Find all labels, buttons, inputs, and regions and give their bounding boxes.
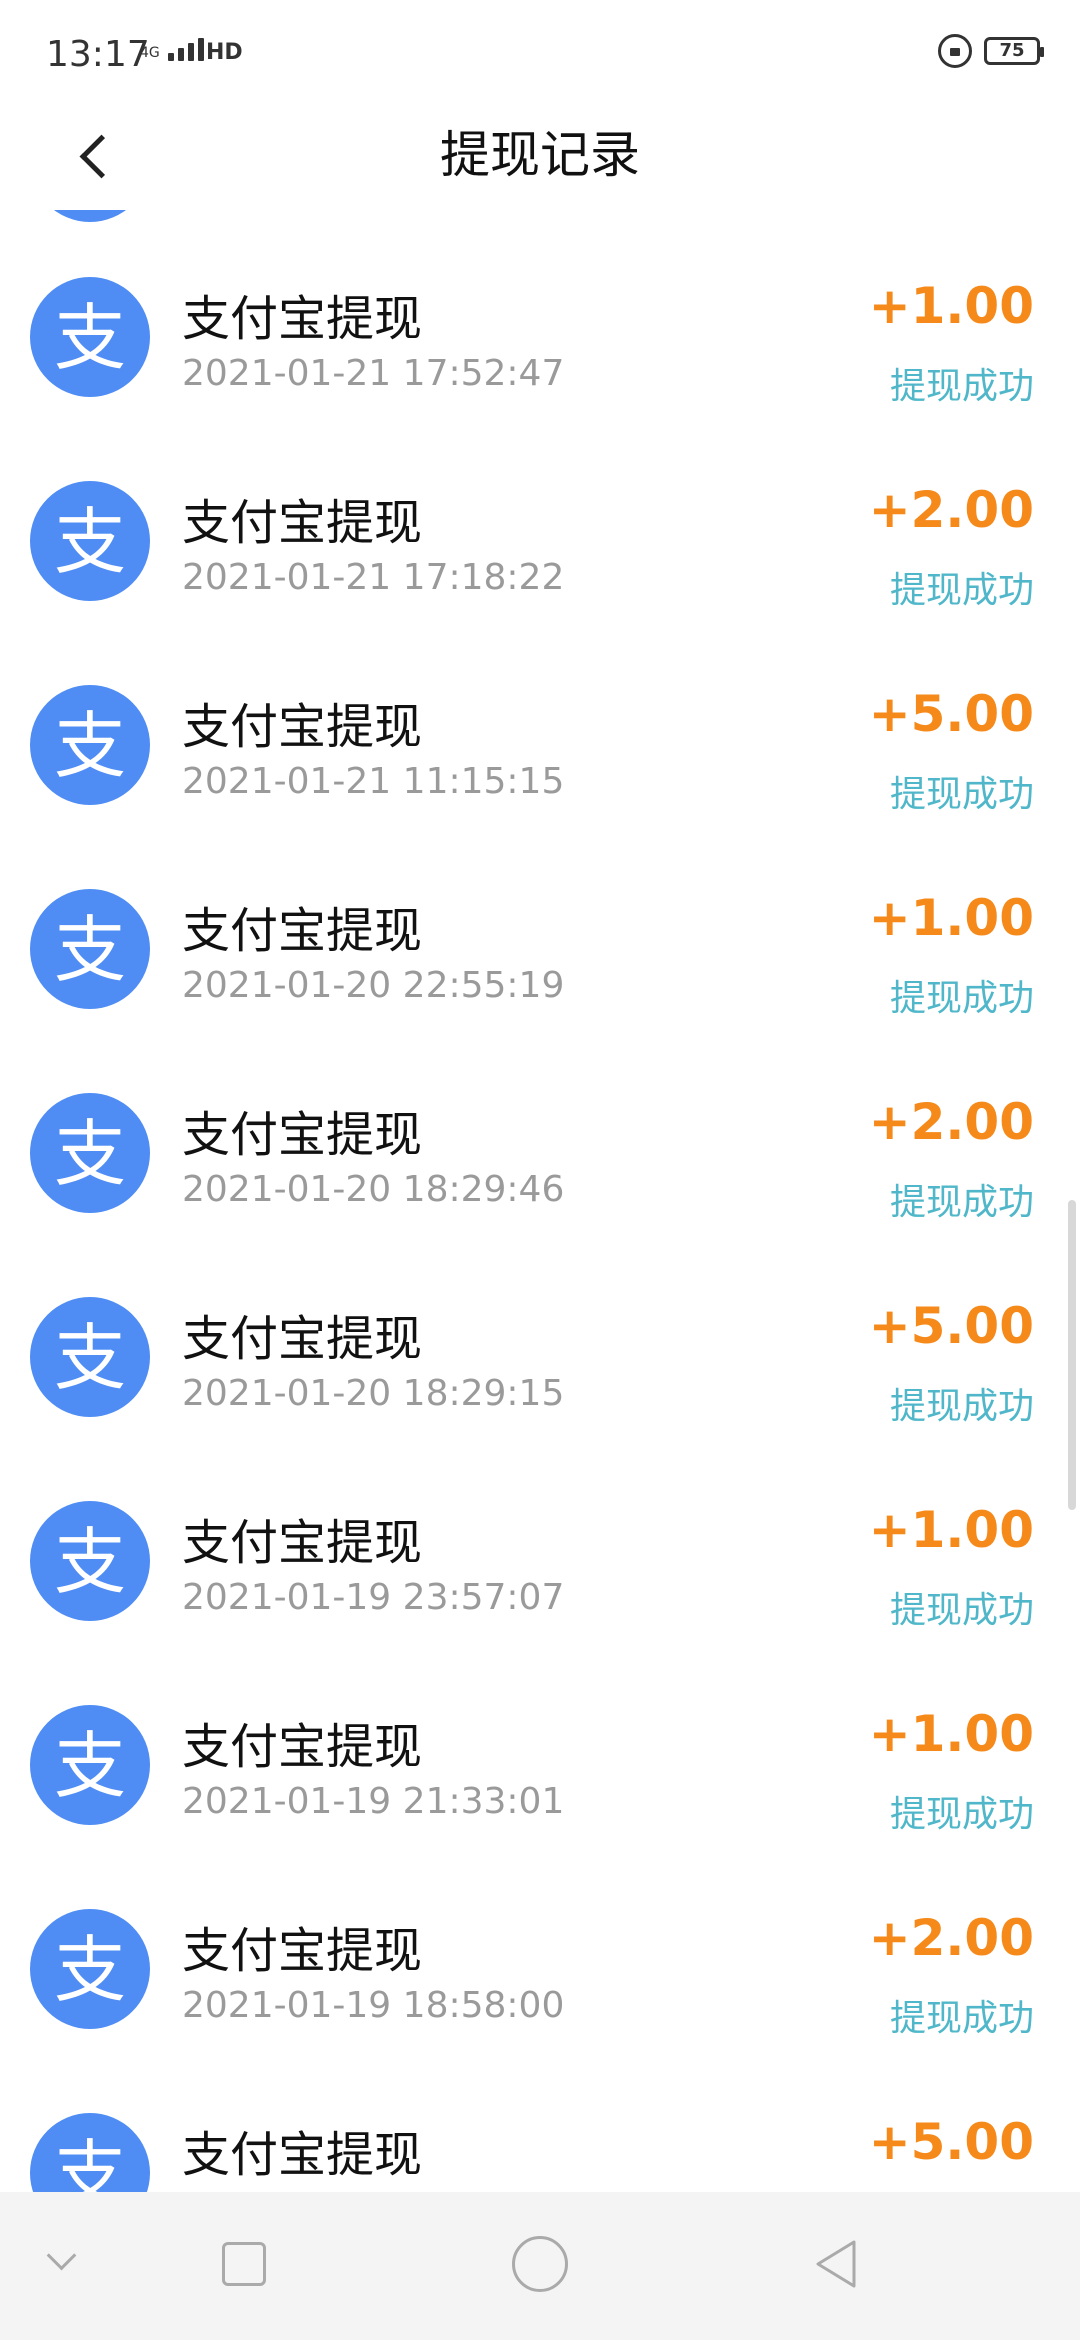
list-item[interactable]: 支支付宝提现 2021-01-20 18:29:15 +5.00 提现成功 bbox=[0, 1255, 1080, 1459]
record-status: 提现成功 bbox=[889, 1794, 1034, 1835]
record-time: 2021-01-21 17:52:47 bbox=[182, 353, 565, 394]
alipay-icon: 支 bbox=[30, 685, 150, 805]
record-title: 支付宝提现 bbox=[182, 495, 423, 551]
record-status: 提现成功 bbox=[889, 774, 1034, 815]
alipay-icon: 支 bbox=[30, 1909, 150, 2029]
record-amount: +5.00 bbox=[868, 685, 1034, 743]
record-amount: +2.00 bbox=[868, 481, 1034, 539]
svg-text:支: 支 bbox=[54, 500, 126, 584]
record-amount: +1.00 bbox=[868, 1705, 1034, 1763]
record-amount: +1.00 bbox=[868, 277, 1034, 335]
chevron-down-icon[interactable] bbox=[42, 2240, 80, 2278]
svg-text:支: 支 bbox=[54, 1112, 126, 1196]
list-item[interactable]: 支支付宝提现 2021-01-21 11:15:15 +5.00 提现成功 bbox=[0, 643, 1080, 847]
signal-icon: 4G bbox=[140, 38, 204, 61]
record-status: 提现成功 bbox=[889, 978, 1034, 1019]
record-status: 提现成功 bbox=[889, 1182, 1034, 1223]
record-title: 支付宝提现 bbox=[182, 1515, 423, 1571]
record-amount: +5.00 bbox=[868, 2113, 1034, 2171]
record-title: 支付宝提现 bbox=[182, 1923, 423, 1979]
record-status: 提现成功 bbox=[889, 570, 1034, 611]
record-status: 提现成功 bbox=[889, 1998, 1034, 2039]
alipay-icon: 支 bbox=[30, 277, 150, 397]
record-amount: +5.00 bbox=[868, 1297, 1034, 1355]
record-time: 2021-01-21 11:15:15 bbox=[182, 761, 565, 802]
record-amount: +1.00 bbox=[868, 889, 1034, 947]
record-time: 2021-01-19 23:57:07 bbox=[182, 1577, 565, 1618]
record-title: 支付宝提现 bbox=[182, 1719, 423, 1775]
record-status: 提现成功 bbox=[889, 1590, 1034, 1631]
record-time: 2021-01-20 18:29:15 bbox=[182, 1373, 565, 1414]
record-title: 支付宝提现 bbox=[182, 2127, 423, 2183]
svg-text:支: 支 bbox=[54, 704, 126, 788]
recents-square-icon[interactable] bbox=[222, 2242, 266, 2286]
page-title: 提现记录 bbox=[440, 126, 640, 184]
record-title: 支付宝提现 bbox=[182, 291, 423, 347]
alipay-icon: 支 bbox=[30, 210, 150, 222]
back-triangle-icon[interactable] bbox=[808, 2236, 864, 2292]
record-status: 提现成功 bbox=[889, 366, 1034, 407]
network-type: 4G bbox=[140, 45, 160, 61]
rotation-lock-icon bbox=[938, 34, 972, 68]
svg-text:支: 支 bbox=[54, 1724, 126, 1808]
alipay-icon: 支 bbox=[30, 1705, 150, 1825]
record-title: 支付宝提现 bbox=[182, 1107, 423, 1163]
header: 提现记录 支 支支付宝提现2021-01-21 17:52:47+1.00提现成… bbox=[0, 110, 1080, 2233]
list-item[interactable]: 支支付宝提现 2021-01-19 21:33:01 +1.00 提现成功 bbox=[0, 1663, 1080, 1867]
withdrawal-record-list[interactable]: 支 支支付宝提现2021-01-21 17:52:47+1.00提现成功支支付宝… bbox=[0, 210, 1080, 2302]
list-item[interactable]: 支支付宝提现 2021-01-21 17:52:47 +1.00 提现成功 bbox=[0, 235, 1080, 439]
navigation-bar bbox=[0, 2192, 1080, 2340]
record-time: 2021-01-19 21:33:01 bbox=[182, 1781, 565, 1822]
scrollbar[interactable] bbox=[1068, 1200, 1076, 1510]
svg-text:支: 支 bbox=[54, 908, 126, 992]
alipay-icon: 支 bbox=[30, 1093, 150, 1213]
alipay-icon: 支 bbox=[30, 1501, 150, 1621]
alipay-icon: 支 bbox=[30, 889, 150, 1009]
list-item[interactable]: 支支付宝提现 2021-01-21 17:18:22 +2.00 提现成功 bbox=[0, 439, 1080, 643]
alipay-icon: 支 bbox=[30, 1297, 150, 1417]
list-item[interactable]: 支支付宝提现 2021-01-20 22:55:19 +1.00 提现成功 bbox=[0, 847, 1080, 1051]
svg-text:支: 支 bbox=[54, 1928, 126, 2012]
record-amount: +2.00 bbox=[868, 1093, 1034, 1151]
record-amount: +1.00 bbox=[868, 1501, 1034, 1559]
record-time: 2021-01-20 22:55:19 bbox=[182, 965, 565, 1006]
record-title: 支付宝提现 bbox=[182, 1311, 423, 1367]
record-status: 提现成功 bbox=[889, 1386, 1034, 1427]
battery-icon: 75 bbox=[984, 37, 1044, 65]
list-item[interactable]: 支支付宝提现 2021-01-19 18:58:00 +2.00 提现成功 bbox=[0, 1867, 1080, 2071]
home-circle-icon[interactable] bbox=[512, 2236, 568, 2292]
alipay-icon: 支 bbox=[30, 481, 150, 601]
record-time: 2021-01-21 17:18:22 bbox=[182, 557, 565, 598]
list-item[interactable]: 支支付宝提现 2021-01-20 18:29:46 +2.00 提现成功 bbox=[0, 1051, 1080, 1255]
svg-text:支: 支 bbox=[54, 1316, 126, 1400]
record-title: 支付宝提现 bbox=[182, 699, 423, 755]
record-time: 2021-01-20 18:29:46 bbox=[182, 1169, 565, 1210]
status-bar: 13:17 4G HD 75 bbox=[0, 0, 1080, 110]
record-time: 2021-01-19 18:58:00 bbox=[182, 1985, 565, 2026]
svg-text:支: 支 bbox=[54, 296, 126, 380]
svg-text:支: 支 bbox=[54, 1520, 126, 1604]
hd-icon: HD bbox=[206, 40, 243, 65]
status-time: 13:17 bbox=[46, 34, 150, 75]
record-amount: +2.00 bbox=[868, 1909, 1034, 1967]
list-item[interactable]: 支支付宝提现 2021-01-19 23:57:07 +1.00 提现成功 bbox=[0, 1459, 1080, 1663]
record-title: 支付宝提现 bbox=[182, 903, 423, 959]
